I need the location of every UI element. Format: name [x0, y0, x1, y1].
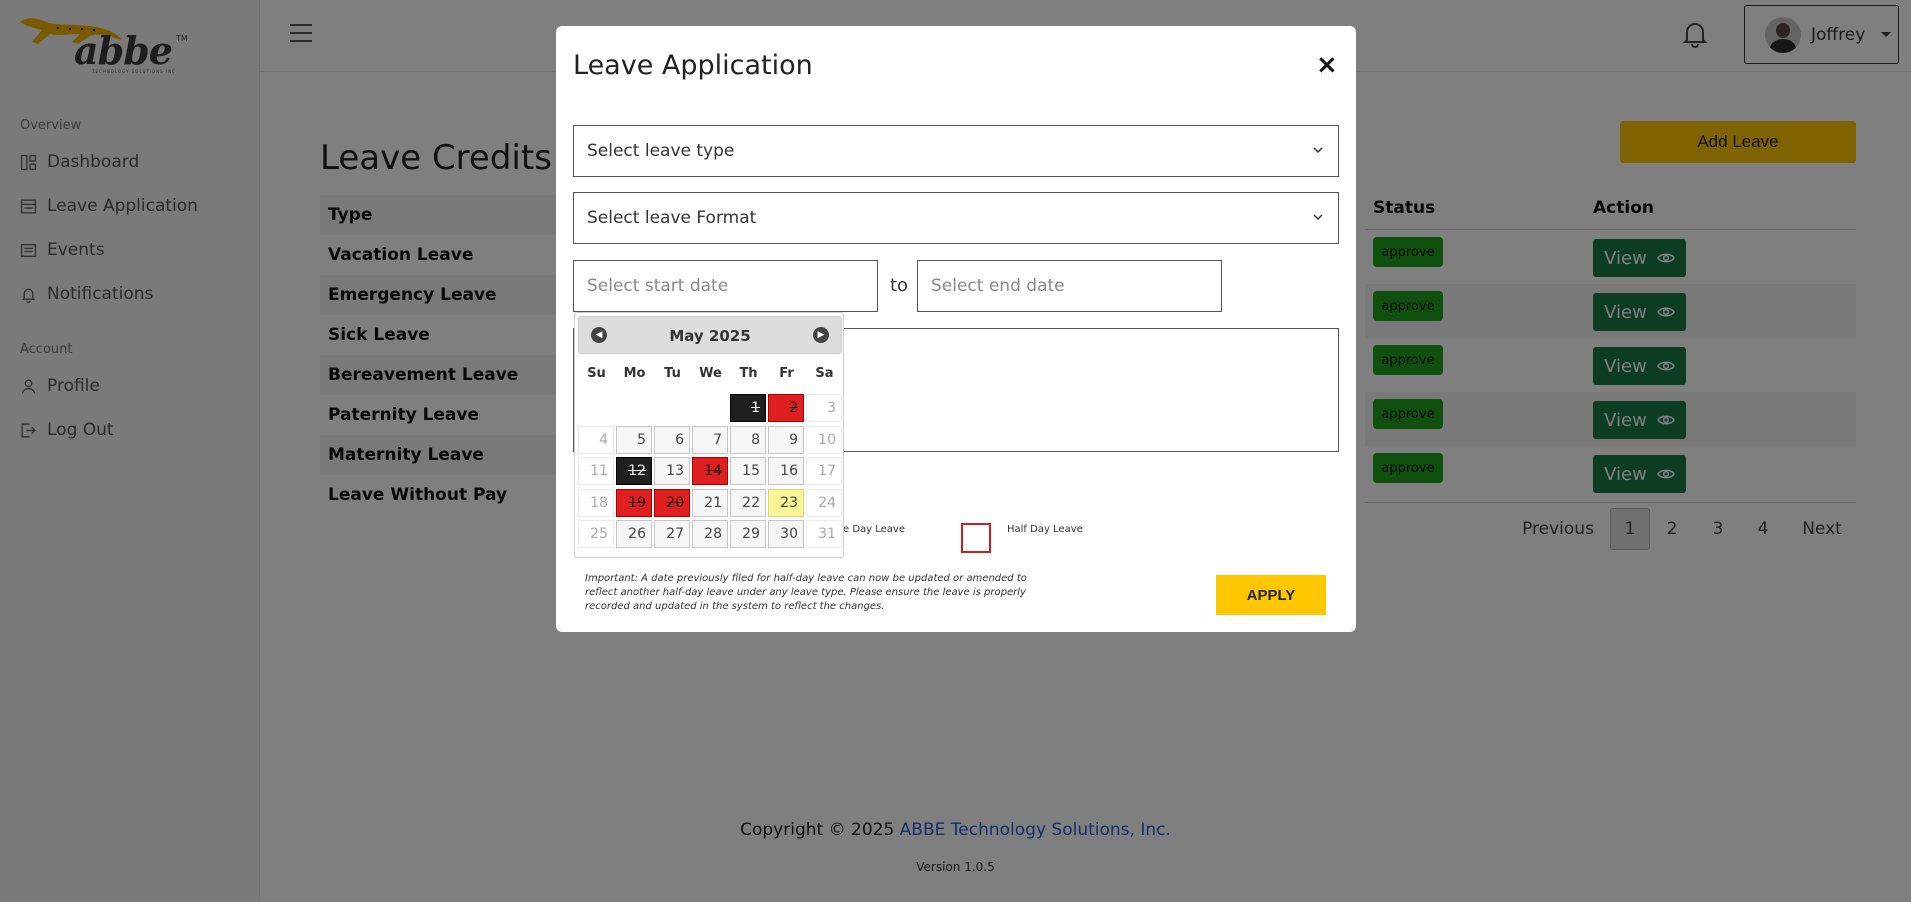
- day-of-week-label: Fr: [779, 366, 794, 381]
- calendar-day[interactable]: 23: [768, 488, 804, 517]
- modal-title: Leave Application: [573, 50, 813, 81]
- leave-format-placeholder: Select leave Format: [587, 208, 757, 228]
- calendar-day: 24: [806, 488, 842, 517]
- calendar-day: 4: [578, 425, 614, 454]
- start-date-input[interactable]: Select start date: [573, 260, 878, 312]
- calendar-day[interactable]: 9: [768, 425, 804, 454]
- calendar-day: 11: [578, 457, 614, 485]
- calendar-day: 25: [578, 520, 614, 548]
- calendar-day[interactable]: 19: [616, 488, 652, 517]
- calendar-day[interactable]: 29: [730, 520, 766, 548]
- day-of-week-label: Tu: [664, 366, 681, 381]
- day-of-week-label: Th: [739, 366, 758, 381]
- next-month-icon[interactable]: ▶: [813, 327, 829, 343]
- calendar-day[interactable]: 28: [692, 520, 728, 548]
- day-of-week-label: Sa: [815, 366, 834, 381]
- chevron-down-icon: [1313, 214, 1323, 221]
- calendar-day[interactable]: 2: [768, 394, 804, 422]
- calendar-day: 17: [806, 457, 842, 485]
- calendar-day[interactable]: 7: [692, 425, 728, 454]
- day-of-week-label: Su: [587, 366, 606, 381]
- chevron-down-icon: [1313, 147, 1323, 154]
- calendar-day[interactable]: 8: [730, 425, 766, 454]
- day-of-week-label: We: [699, 366, 722, 381]
- calendar-day[interactable]: 14: [692, 457, 728, 485]
- calendar-day[interactable]: 26: [616, 520, 652, 548]
- leave-format-select[interactable]: Select leave Format: [573, 192, 1339, 244]
- calendar-day[interactable]: 30: [768, 520, 804, 548]
- calendar-day[interactable]: 27: [654, 520, 690, 548]
- day-of-week-label: Mo: [623, 366, 646, 381]
- calendar-day[interactable]: 16: [768, 457, 804, 485]
- close-icon[interactable]: ×: [1316, 50, 1338, 80]
- leave-type-placeholder: Select leave type: [587, 141, 735, 161]
- calendar-day: 3: [806, 394, 842, 422]
- apply-button[interactable]: APPLY: [1216, 575, 1326, 615]
- half-day-checkbox-label: Half Day Leave: [1007, 524, 1083, 535]
- whole-day-checkbox-label: e Day Leave: [843, 524, 906, 535]
- important-note: Important: A date previously filed for h…: [585, 573, 1027, 612]
- datepicker-title: May 2025: [669, 327, 751, 345]
- calendar-day[interactable]: 1: [730, 394, 766, 422]
- calendar-day[interactable]: 12: [616, 457, 652, 485]
- calendar-day: 10: [806, 425, 842, 454]
- calendar-day[interactable]: 22: [730, 488, 766, 517]
- datepicker-header: ◀ May 2025 ▶: [578, 316, 842, 354]
- date-range-to-label: to: [890, 275, 909, 296]
- half-day-checkbox[interactable]: [961, 523, 991, 553]
- end-date-input[interactable]: Select end date: [917, 260, 1222, 312]
- calendar-day[interactable]: 6: [654, 425, 690, 454]
- calendar-day[interactable]: 13: [654, 457, 690, 485]
- calendar-day[interactable]: 20: [654, 488, 690, 517]
- datepicker: ◀ May 2025 ▶ Su Mo Tu We Th Fr Sa 1 2 3 4 5 6 7 8 9 10 11…: [574, 312, 844, 558]
- calendar-day[interactable]: 5: [616, 425, 652, 454]
- leave-type-select[interactable]: Select leave type: [573, 125, 1339, 177]
- calendar-day[interactable]: 21: [692, 488, 728, 517]
- calendar-day[interactable]: 15: [730, 457, 766, 485]
- calendar-day: 31: [806, 520, 842, 548]
- calendar-day: 18: [578, 488, 614, 517]
